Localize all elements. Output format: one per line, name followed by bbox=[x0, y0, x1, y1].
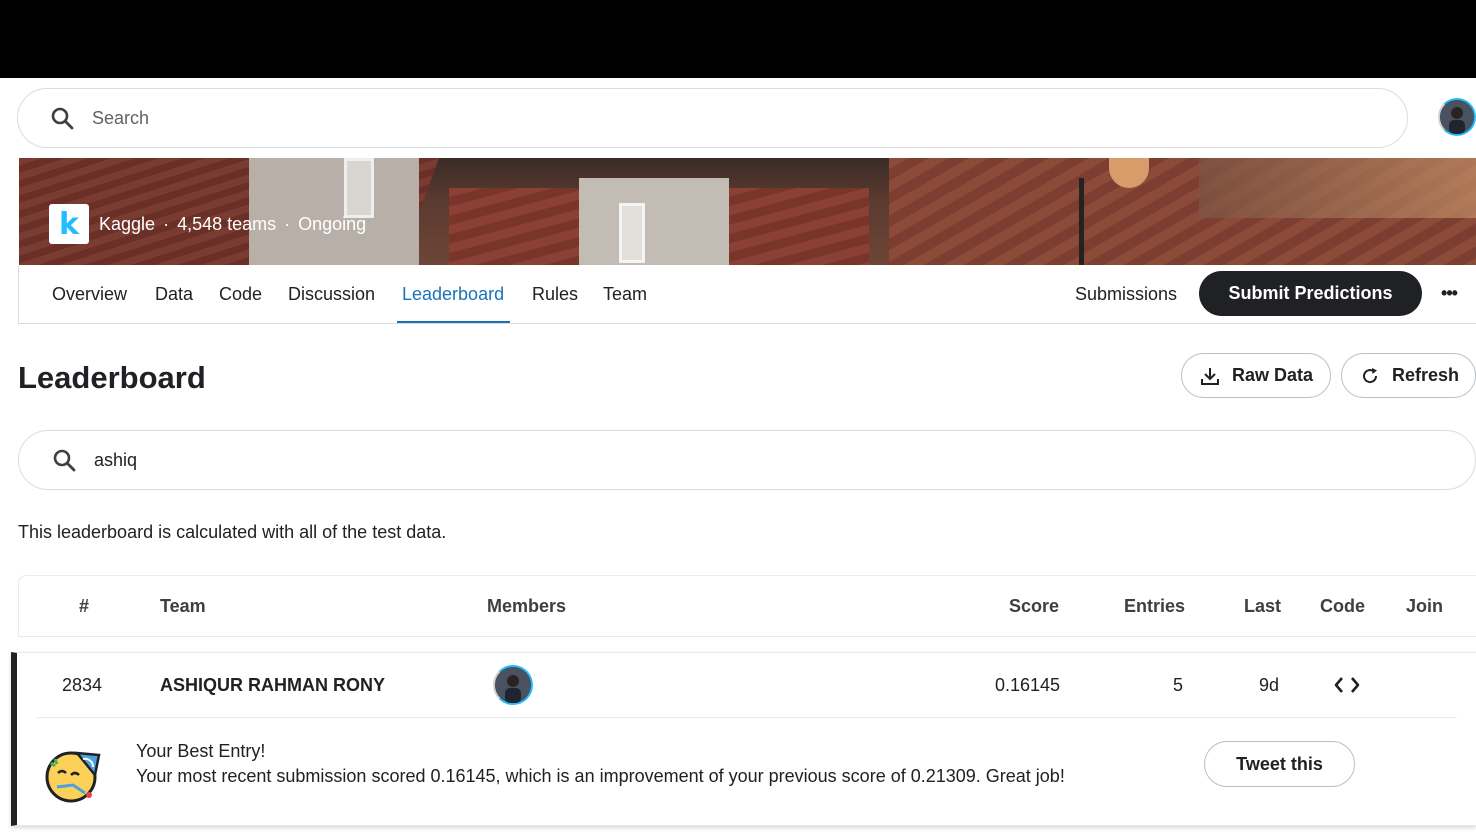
refresh-button[interactable]: Refresh bbox=[1341, 353, 1476, 398]
row-score: 0.16145 bbox=[995, 675, 1061, 695]
tab-overview[interactable]: Overview bbox=[52, 265, 127, 323]
column-header-rank: # bbox=[79, 596, 90, 616]
submit-predictions-button[interactable]: Submit Predictions bbox=[1199, 271, 1422, 316]
leaderboard-note: This leaderboard is calculated with all … bbox=[18, 522, 447, 542]
competition-status: Ongoing bbox=[298, 213, 367, 234]
best-entry-message: Your most recent submission scored 0.161… bbox=[136, 766, 1065, 786]
kaggle-logo-icon: k bbox=[49, 204, 89, 244]
leaderboard-search-value: ashiq bbox=[94, 449, 138, 470]
tab-leaderboard[interactable]: Leaderboard bbox=[396, 265, 511, 323]
search-placeholder: Search bbox=[92, 107, 150, 128]
tab-code[interactable]: Code bbox=[219, 265, 262, 323]
table-row[interactable]: 2834 ASHIQUR RAHMAN RONY 0.16145 5 9d Yo… bbox=[11, 652, 1476, 826]
tab-team[interactable]: Team bbox=[603, 265, 647, 323]
leaderboard-search-input[interactable]: ashiq bbox=[18, 430, 1476, 490]
competition-tabs: Overview Data Code Discussion Leaderboar… bbox=[18, 265, 1476, 324]
code-icon[interactable] bbox=[1333, 673, 1361, 697]
page-title: Leaderboard bbox=[18, 360, 206, 395]
meta-separator: · bbox=[284, 213, 291, 234]
column-header-team: Team bbox=[160, 596, 206, 616]
column-header-entries: Entries bbox=[1124, 596, 1186, 616]
column-header-score[interactable]: Score bbox=[1009, 576, 1059, 636]
refresh-icon bbox=[1360, 366, 1380, 386]
competition-banner: k Kaggle · 4,548 teams · Ongoing bbox=[19, 158, 1476, 265]
competition-teams: 4,548 teams bbox=[177, 213, 277, 234]
row-rank: 2834 bbox=[62, 675, 103, 695]
best-entry-title: Your Best Entry! bbox=[136, 741, 266, 761]
row-entries: 5 bbox=[1173, 675, 1184, 695]
tab-discussion[interactable]: Discussion bbox=[288, 265, 375, 323]
tab-data[interactable]: Data bbox=[155, 265, 193, 323]
tab-rules[interactable]: Rules bbox=[532, 265, 578, 323]
competition-meta: k Kaggle · 4,548 teams · Ongoing bbox=[49, 204, 366, 244]
user-avatar[interactable] bbox=[1438, 98, 1476, 136]
site-header: Search bbox=[0, 78, 1476, 158]
submissions-link[interactable]: Submissions bbox=[1075, 265, 1177, 323]
competition-host[interactable]: Kaggle bbox=[99, 214, 155, 235]
browser-top-bar bbox=[0, 0, 1476, 78]
member-avatar[interactable] bbox=[493, 665, 533, 705]
search-icon bbox=[48, 104, 76, 132]
column-header-members: Members bbox=[487, 596, 567, 616]
celebration-icon bbox=[43, 745, 103, 805]
more-options-icon[interactable]: ••• bbox=[1437, 275, 1461, 311]
table-header: # Team Members Score Entries Last Code J… bbox=[18, 575, 1476, 637]
column-header-join: Join bbox=[1406, 596, 1444, 616]
column-header-code: Code bbox=[1320, 596, 1365, 616]
row-divider bbox=[37, 717, 1457, 718]
row-team-name[interactable]: ASHIQUR RAHMAN RONY bbox=[160, 653, 385, 717]
meta-separator: · bbox=[163, 213, 170, 234]
column-header-last: Last bbox=[1244, 596, 1282, 616]
search-icon bbox=[50, 446, 78, 474]
raw-data-label: Raw Data bbox=[1232, 365, 1314, 385]
tweet-button[interactable]: Tweet this bbox=[1204, 741, 1355, 787]
site-search-bar[interactable]: Search bbox=[17, 88, 1408, 148]
download-icon bbox=[1200, 366, 1220, 386]
raw-data-button[interactable]: Raw Data bbox=[1181, 353, 1331, 398]
refresh-label: Refresh bbox=[1392, 365, 1460, 385]
row-last: 9d bbox=[1259, 675, 1280, 695]
